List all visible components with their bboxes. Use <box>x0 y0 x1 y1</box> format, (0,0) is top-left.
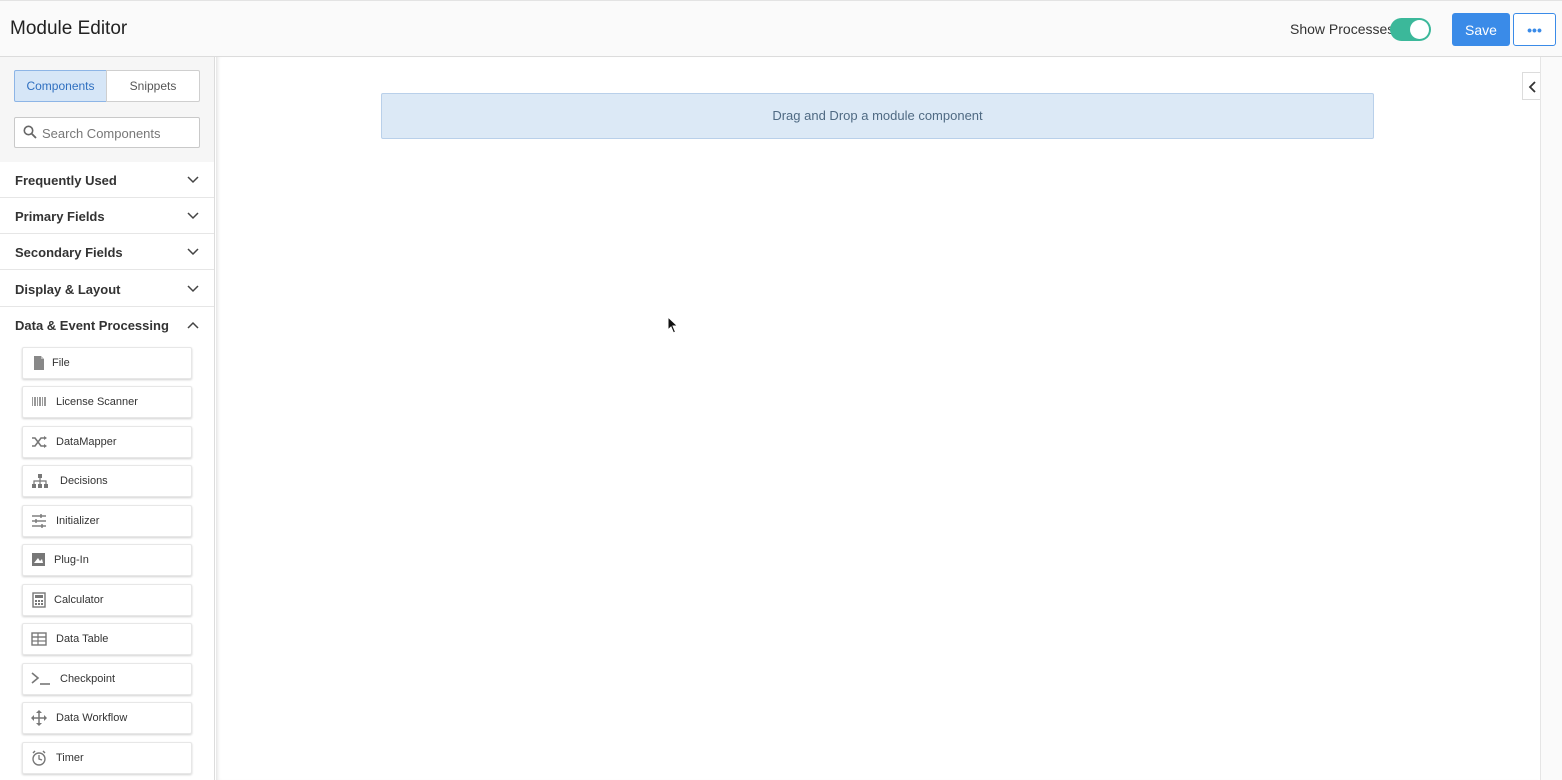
module-canvas[interactable] <box>216 57 1538 780</box>
sidebar-top: Components Snippets <box>0 57 214 162</box>
component-label: Plug-In <box>54 554 89 566</box>
plugin-icon <box>32 553 45 566</box>
category-label: Primary Fields <box>15 209 105 224</box>
component-label: Checkpoint <box>60 673 116 685</box>
chevron-left-icon <box>1528 81 1536 93</box>
file-icon <box>34 356 44 370</box>
chevron-down-icon <box>187 248 199 256</box>
barcode-icon <box>32 397 46 406</box>
shuffle-icon <box>32 436 47 448</box>
component-item-license-scanner[interactable]: License Scanner <box>22 386 192 418</box>
move-icon <box>31 710 47 726</box>
dropzone[interactable]: Drag and Drop a module component <box>381 93 1374 139</box>
sliders-icon <box>32 514 46 528</box>
chevron-up-icon <box>187 321 199 329</box>
component-item-decisions[interactable]: Decisions <box>22 465 192 497</box>
component-label: Decisions <box>60 475 108 487</box>
component-label: File <box>52 357 70 369</box>
search-input[interactable] <box>42 123 192 143</box>
component-item-file[interactable]: File <box>22 347 192 379</box>
category-display-layout[interactable]: Display & Layout <box>0 271 214 307</box>
category-primary-fields[interactable]: Primary Fields <box>0 198 214 234</box>
calculator-icon <box>32 592 46 608</box>
timer-icon <box>32 750 46 766</box>
component-label: Calculator <box>54 594 104 606</box>
component-label: Data Workflow <box>56 712 128 724</box>
mouse-cursor-icon <box>667 316 679 334</box>
category-label: Display & Layout <box>15 282 121 297</box>
component-item-datamapper[interactable]: DataMapper <box>22 426 192 458</box>
more-options-button[interactable]: ••• <box>1513 13 1556 46</box>
category-label: Secondary Fields <box>15 245 123 260</box>
component-item-timer[interactable]: Timer <box>22 742 192 774</box>
component-item-initializer[interactable]: Initializer <box>22 505 192 537</box>
header-bar: Module Editor Show Processes Save ••• <box>0 0 1562 57</box>
panel-toggle-button[interactable] <box>1522 72 1540 100</box>
component-item-plug-in[interactable]: Plug-In <box>22 544 192 576</box>
components-sidebar: Components Snippets Frequently Used Prim… <box>0 57 215 780</box>
search-icon <box>23 125 37 139</box>
category-secondary-fields[interactable]: Secondary Fields <box>0 234 214 270</box>
chevron-down-icon <box>187 176 199 184</box>
save-button[interactable]: Save <box>1452 13 1510 46</box>
component-label: Initializer <box>56 515 100 527</box>
category-data-event-processing[interactable]: Data & Event Processing <box>0 307 214 343</box>
component-label: Data Table <box>56 633 109 645</box>
show-processes-label: Show Processes <box>1290 21 1395 37</box>
chevron-down-icon <box>187 285 199 293</box>
component-label: License Scanner <box>56 396 138 408</box>
category-label: Frequently Used <box>15 173 117 188</box>
category-frequently-used[interactable]: Frequently Used <box>0 162 214 198</box>
component-item-checkpoint[interactable]: Checkpoint <box>22 663 192 695</box>
component-label: Timer <box>56 752 84 764</box>
table-icon <box>31 632 47 646</box>
tab-components[interactable]: Components <box>14 70 107 102</box>
component-label: DataMapper <box>56 436 117 448</box>
terminal-icon <box>31 672 50 685</box>
chevron-down-icon <box>187 212 199 220</box>
tab-snippets[interactable]: Snippets <box>106 70 200 102</box>
component-item-data-table[interactable]: Data Table <box>22 623 192 655</box>
component-item-data-workflow[interactable]: Data Workflow <box>22 702 192 734</box>
sitemap-icon <box>32 474 48 488</box>
category-label: Data & Event Processing <box>15 318 169 333</box>
toggle-knob <box>1410 20 1429 39</box>
show-processes-toggle[interactable] <box>1390 18 1431 41</box>
right-panel-rail <box>1540 57 1562 780</box>
search-box[interactable] <box>14 117 200 148</box>
component-item-calculator[interactable]: Calculator <box>22 584 192 616</box>
page-title: Module Editor <box>10 18 128 39</box>
